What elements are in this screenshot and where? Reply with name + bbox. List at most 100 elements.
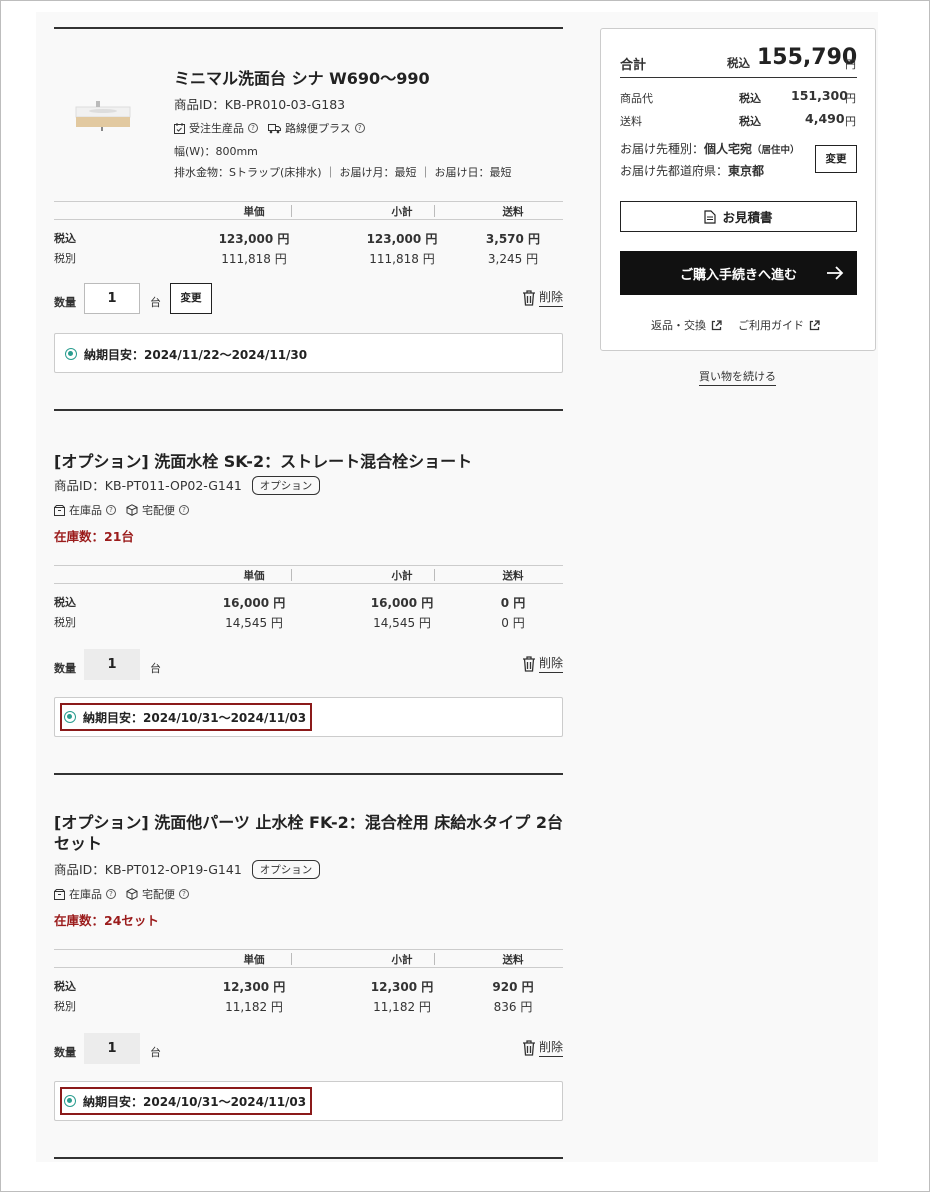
returns-link[interactable]: 返品・交換 bbox=[651, 317, 722, 333]
box-icon bbox=[54, 888, 65, 900]
trash-icon bbox=[522, 289, 535, 306]
change-destination-button[interactable]: 変更 bbox=[815, 145, 857, 173]
quantity-row: 数量 1 台 変更 削除 bbox=[54, 283, 563, 315]
calendar-icon bbox=[174, 122, 185, 134]
checkout-button[interactable]: ご購入手続きへ進む bbox=[620, 251, 857, 295]
destination-prefecture-value: 東京都 bbox=[728, 164, 765, 178]
trash-icon bbox=[522, 1039, 535, 1056]
product-id-row: 商品ID：KB-PT012-OP19-G141 オプション bbox=[54, 859, 321, 879]
option-tag: オプション bbox=[251, 476, 321, 495]
destination-type: お届け先種別：個人宅宛（居住中） bbox=[620, 140, 800, 157]
subtotal: 12,300 円 bbox=[370, 980, 434, 994]
shipping-yen: 円 bbox=[845, 115, 856, 128]
quantity-display: 1 bbox=[84, 649, 140, 680]
external-link-icon bbox=[809, 319, 820, 330]
feature-label: 宅配便 bbox=[142, 504, 175, 517]
delete-button[interactable]: 削除 bbox=[522, 1038, 563, 1057]
feature-label: 在庫品 bbox=[69, 888, 102, 901]
tax-label: 税別 bbox=[54, 252, 76, 265]
price-table-header: 単価 小計 送料 bbox=[54, 201, 563, 220]
subtotal: 123,000 円 bbox=[366, 232, 438, 246]
quantity-label: 数量 bbox=[54, 1046, 76, 1059]
unit-price: 16,000 円 bbox=[222, 596, 286, 610]
checkout-label: ご購入手続きへ進む bbox=[679, 267, 797, 283]
unit-price: 11,182 円 bbox=[225, 1000, 283, 1014]
delete-label: 削除 bbox=[538, 288, 563, 307]
help-icon[interactable]: ? bbox=[354, 123, 365, 133]
product-title[interactable]: [オプション] 洗面水栓 SK-2：ストレート混合栓ショート bbox=[54, 448, 472, 472]
shipping-label: 送料 bbox=[620, 115, 642, 128]
help-icon[interactable]: ? bbox=[179, 505, 189, 515]
package-icon bbox=[126, 504, 138, 516]
item-cost-label: 商品代 bbox=[620, 92, 653, 105]
cart-item: [オプション] 洗面水栓 SK-2：ストレート混合栓ショート 商品ID：KB-P… bbox=[54, 409, 563, 739]
help-icon[interactable]: ? bbox=[106, 889, 116, 899]
delivery-estimate: 納期目安：2024/10/31〜2024/11/03 bbox=[54, 697, 563, 737]
help-icon[interactable]: ? bbox=[179, 889, 189, 899]
product-features: 受注生産品 ? 路線便プラス ? bbox=[174, 120, 375, 136]
unit-price: 111,818 円 bbox=[221, 252, 287, 266]
guide-label: ご利用ガイド bbox=[738, 319, 804, 332]
help-icon[interactable]: ? bbox=[106, 505, 116, 515]
tax-excluded-row: 税別 11,182 円 11,182 円 836 円 bbox=[54, 998, 563, 1018]
shipping-tax-label: 税込 bbox=[739, 115, 761, 128]
delete-button[interactable]: 削除 bbox=[522, 654, 563, 673]
tax-label: 税別 bbox=[54, 616, 76, 629]
delete-button[interactable]: 削除 bbox=[522, 288, 563, 307]
subtotal-header: 小計 bbox=[391, 206, 413, 218]
delete-label: 削除 bbox=[538, 1038, 563, 1057]
product-features: 在庫品 ? 宅配便 ? bbox=[54, 886, 199, 902]
feature-label: 在庫品 bbox=[69, 504, 102, 517]
unit-label: 台 bbox=[150, 296, 161, 309]
delivery-estimate: 納期目安：2024/11/22〜2024/11/30 bbox=[54, 333, 563, 373]
document-icon bbox=[704, 209, 717, 224]
continue-shopping-link[interactable]: 買い物を続ける bbox=[699, 368, 776, 386]
divider bbox=[54, 773, 563, 775]
tax-label: 税込 bbox=[54, 596, 76, 609]
cart-item: ミニマル洗面台 シナ W690〜990 商品ID：KB-PR010-03-G18… bbox=[54, 27, 563, 377]
guide-link[interactable]: ご利用ガイド bbox=[738, 317, 820, 333]
quote-label: お見積書 bbox=[722, 210, 773, 225]
product-thumbnail[interactable] bbox=[74, 89, 132, 133]
product-title[interactable]: [オプション] 洗面他パーツ 止水栓 FK-2：混合栓用 床給水タイプ 2台セッ… bbox=[54, 812, 563, 854]
total-yen: 円 bbox=[845, 58, 856, 71]
subtotal: 111,818 円 bbox=[369, 252, 435, 266]
quantity-input[interactable]: 1 bbox=[84, 283, 140, 314]
destination-type-label: お届け先種別： bbox=[620, 142, 705, 156]
delivery-option[interactable]: 納期目安：2024/11/22〜2024/11/30 bbox=[62, 341, 312, 367]
radio-selected-icon bbox=[64, 711, 76, 723]
product-title[interactable]: ミニマル洗面台 シナ W690〜990 bbox=[174, 65, 430, 89]
unit-price-header: 単価 bbox=[243, 954, 265, 966]
truck-icon bbox=[268, 123, 281, 133]
subtotal: 14,545 円 bbox=[373, 616, 431, 630]
delivery-option[interactable]: 納期目安：2024/10/31〜2024/11/03 bbox=[60, 1087, 313, 1115]
shipping-fee: 836 円 bbox=[493, 1000, 533, 1014]
divider bbox=[54, 409, 563, 411]
delivery-estimate-text: 納期目安：2024/11/22〜2024/11/30 bbox=[84, 347, 308, 362]
feature-label: 宅配便 bbox=[142, 888, 175, 901]
destination-prefecture-label: お届け先都道府県： bbox=[620, 164, 729, 178]
price-table: 単価 小計 送料 税込 16,000 円 16,000 円 0 円 税別 14,… bbox=[54, 565, 563, 634]
change-quantity-button[interactable]: 変更 bbox=[170, 283, 212, 314]
quote-button[interactable]: お見積書 bbox=[620, 201, 857, 232]
unit-price: 12,300 円 bbox=[222, 980, 286, 994]
tax-label: 税込 bbox=[54, 232, 76, 245]
cart-item: [オプション] 洗面他パーツ 止水栓 FK-2：混合栓用 床給水タイプ 2台セッ… bbox=[54, 773, 563, 1159]
delete-label: 削除 bbox=[538, 654, 563, 673]
destination-type-note: （居住中） bbox=[752, 145, 800, 156]
divider bbox=[434, 953, 435, 965]
unit-price: 14,545 円 bbox=[225, 616, 283, 630]
total-label: 合計 bbox=[620, 58, 647, 73]
delivery-option[interactable]: 納期目安：2024/10/31〜2024/11/03 bbox=[60, 703, 313, 731]
feature-label: 受注生産品 bbox=[189, 122, 244, 135]
divider bbox=[54, 1157, 563, 1159]
unit-label: 台 bbox=[150, 662, 161, 675]
shipping-fee: 3,570 円 bbox=[485, 232, 541, 246]
shipping-value: 4,490 bbox=[805, 111, 845, 126]
divider bbox=[54, 27, 563, 29]
product-features: 在庫品 ? 宅配便 ? bbox=[54, 502, 199, 518]
help-icon[interactable]: ? bbox=[248, 123, 258, 133]
subtotal: 11,182 円 bbox=[373, 1000, 431, 1014]
product-id: 商品ID：KB-PR010-03-G183 bbox=[174, 97, 346, 112]
item-cost-tax-label: 税込 bbox=[739, 92, 761, 105]
